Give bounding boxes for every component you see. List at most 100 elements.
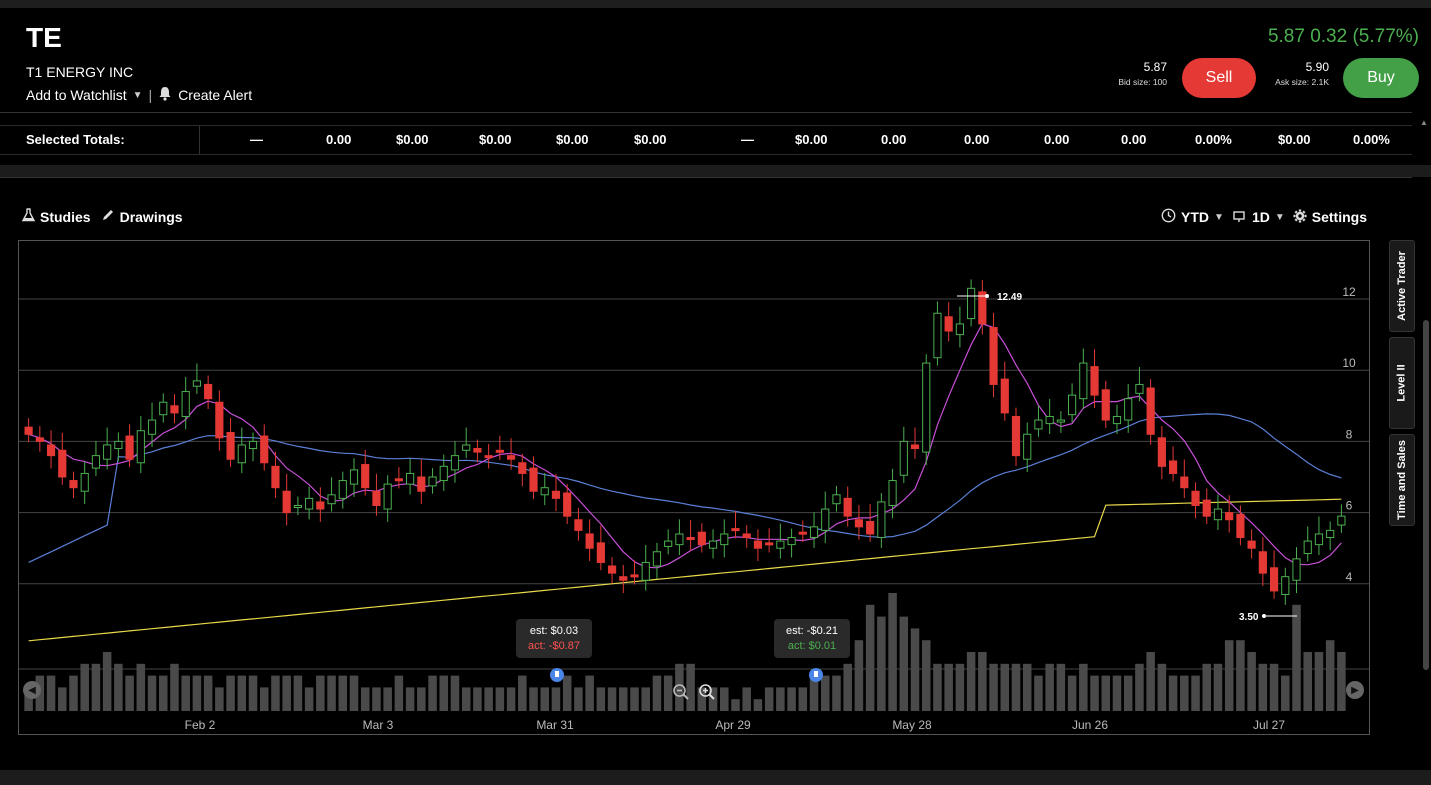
volume-bar <box>1191 675 1200 711</box>
candle-body <box>753 540 763 549</box>
candle-body <box>372 490 381 506</box>
vertical-scrollbar[interactable] <box>1423 320 1429 670</box>
volume-bar <box>607 687 617 711</box>
volume-bar <box>518 675 527 711</box>
volume-bar <box>1281 675 1290 711</box>
ticker-symbol: TE <box>26 22 62 53</box>
candle-body <box>630 574 639 578</box>
volume-bar <box>1247 652 1256 711</box>
candle-body <box>944 316 953 332</box>
x-tick-label: Mar 3 <box>363 718 394 732</box>
volume-bar <box>1112 675 1122 711</box>
high-price-label: 12.49 <box>997 292 1022 303</box>
tab-active-trader[interactable]: Active Trader <box>1389 240 1415 332</box>
volume-bar <box>1011 663 1021 711</box>
positions-totals-strip: Selected Totals: — 0.00 $0.00 $0.00 $0.0… <box>0 112 1412 166</box>
volume-bar <box>877 616 886 711</box>
candle-body <box>1191 490 1200 506</box>
chevron-down-icon: ▼ <box>1214 211 1224 223</box>
totals-cell: $0.00 <box>396 132 429 147</box>
volume-bar <box>327 675 336 711</box>
candle-body <box>114 440 123 450</box>
candle-body <box>641 561 650 581</box>
zoom-in-icon[interactable] <box>698 683 716 706</box>
studies-button[interactable]: Studies <box>21 208 91 225</box>
scroll-up-icon[interactable]: ▲ <box>1420 118 1428 127</box>
candle-body <box>428 476 437 487</box>
x-tick-label: Apr 29 <box>715 718 751 732</box>
bell-icon[interactable] <box>158 86 172 104</box>
side-tab-label: Active Trader <box>1396 251 1409 321</box>
totals-cell: 0.00 <box>326 132 352 147</box>
sell-button[interactable]: Sell <box>1182 58 1256 98</box>
selected-totals-row: Selected Totals: — 0.00 $0.00 $0.00 $0.0… <box>0 125 1412 155</box>
candlestick-chart-svg[interactable]: 12 10 8 6 4 12.49 3.50 Feb 2 Mar 3 Mar 31 Apr 29 Ma… <box>19 241 1369 734</box>
candle-body <box>933 312 942 359</box>
candle-body <box>1303 540 1312 555</box>
candle-body <box>821 508 830 531</box>
candle-body <box>551 490 561 499</box>
totals-cell: 0.00% <box>1353 132 1390 147</box>
x-tick-label: Jul 27 <box>1253 718 1285 732</box>
y-tick-label: 8 <box>1346 427 1353 441</box>
buy-button[interactable]: Buy <box>1343 58 1419 98</box>
volume-bar <box>248 675 258 711</box>
drawings-button[interactable]: Drawings <box>101 208 183 225</box>
add-to-watchlist-button[interactable]: Add to Watchlist <box>26 87 127 103</box>
candle-body <box>708 540 718 549</box>
chevron-down-icon[interactable]: ▼ <box>133 90 143 101</box>
volume-bar <box>293 675 303 711</box>
price-chart[interactable]: 12 10 8 6 4 12.49 3.50 Feb 2 Mar 3 Mar 31 Apr 29 Ma… <box>18 240 1370 735</box>
volume-bar <box>58 687 67 711</box>
y-tick-label: 6 <box>1346 499 1353 513</box>
interval-selector[interactable]: 1D ▼ <box>1232 209 1285 226</box>
company-name: T1 ENERGY INC <box>26 64 134 80</box>
range-selector[interactable]: YTD ▼ <box>1161 208 1224 226</box>
volume-bar <box>181 675 190 711</box>
create-alert-button[interactable]: Create Alert <box>178 87 252 103</box>
volume-bar <box>574 687 583 711</box>
y-tick-label: 4 <box>1346 570 1353 584</box>
volume-bar <box>304 687 314 711</box>
settings-label: Settings <box>1311 209 1367 225</box>
volume-bar <box>1157 663 1167 711</box>
candle-body <box>978 291 987 325</box>
volume-bar <box>203 675 213 711</box>
candle-body <box>832 494 841 505</box>
candle-body <box>1292 558 1301 581</box>
scroll-left-icon[interactable]: ◀ <box>23 681 41 699</box>
volume-bar <box>372 687 381 711</box>
candle-body <box>417 476 426 492</box>
scroll-right-icon[interactable]: ▶ <box>1346 681 1364 699</box>
totals-cell: 0.00 <box>881 132 907 147</box>
range-label: YTD <box>1181 209 1210 225</box>
candle-body <box>1337 515 1346 526</box>
candle-body <box>899 440 908 476</box>
candle-body <box>35 437 44 442</box>
earnings-actual: act: -$0.87 <box>528 640 580 652</box>
candle-body <box>316 501 325 510</box>
volume-bar <box>484 687 493 711</box>
volume-bar <box>1180 675 1189 711</box>
volume-bar <box>91 663 101 711</box>
zoom-out-icon[interactable] <box>672 683 690 706</box>
candle-body <box>46 444 56 457</box>
chart-settings-button[interactable]: Settings <box>1293 209 1367 226</box>
tab-level-ii[interactable]: Level II <box>1389 337 1415 429</box>
candle-body <box>237 444 246 464</box>
volume-bar <box>753 699 763 711</box>
candle-body <box>1269 567 1279 592</box>
candle-body <box>1000 378 1009 414</box>
tab-time-and-sales[interactable]: Time and Sales <box>1389 434 1415 526</box>
earnings-marker-glyph <box>555 671 559 677</box>
volume-bar <box>1146 652 1155 711</box>
bid-size: Bid size: 100 <box>1118 77 1167 87</box>
volume-bar <box>1123 675 1133 711</box>
volume-bar <box>80 663 89 711</box>
candle-body <box>338 480 347 499</box>
gear-icon <box>1293 209 1307 226</box>
ask-info: 5.90 Ask size: 2.1K <box>1275 60 1329 87</box>
candle-body <box>271 465 280 489</box>
volume-bar <box>1034 675 1043 711</box>
volume-bar <box>316 675 325 711</box>
